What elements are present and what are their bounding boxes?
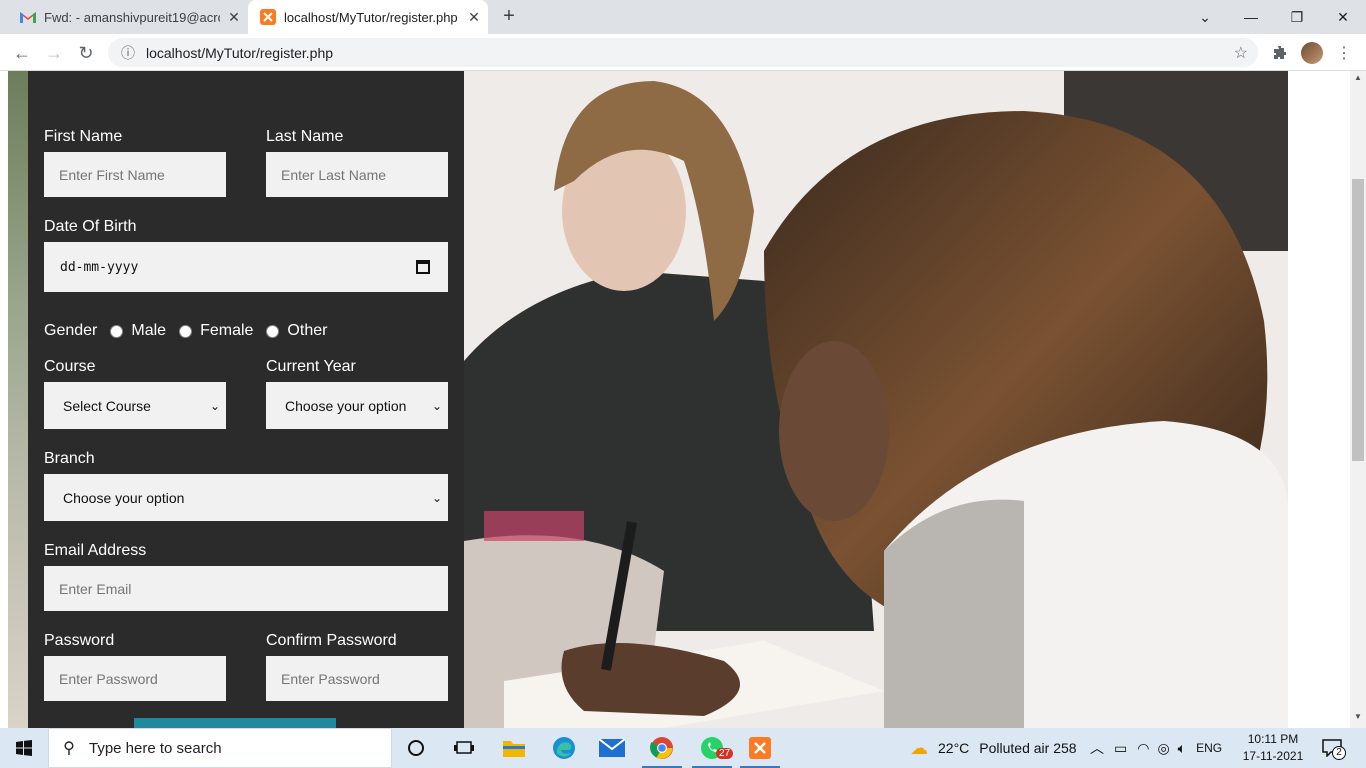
air-quality: Polluted air 258 bbox=[979, 740, 1077, 756]
volume-icon[interactable]: 🔈︎ bbox=[1178, 740, 1186, 757]
course-select[interactable]: Select Course ⌄ bbox=[44, 382, 226, 429]
weather-temperature: 22°C bbox=[938, 740, 970, 756]
new-tab-button[interactable]: + bbox=[498, 6, 520, 28]
browser-tab-bar: Fwd: - amanshivpureit19@acropo ✕ localho… bbox=[0, 0, 1366, 34]
gender-female-radio[interactable] bbox=[179, 324, 193, 338]
info-icon[interactable]: ⓘ bbox=[114, 43, 142, 63]
language-indicator[interactable]: ENG bbox=[1196, 741, 1222, 755]
show-hidden-icons[interactable]: ︿ bbox=[1090, 738, 1104, 758]
extensions-icon[interactable] bbox=[1266, 39, 1294, 67]
close-tab-icon[interactable]: ✕ bbox=[220, 9, 248, 26]
registration-form: First Name Last Name Enter First Name En… bbox=[28, 71, 464, 728]
page-viewport: First Name Last Name Enter First Name En… bbox=[0, 71, 1350, 728]
whatsapp-icon[interactable]: 27 bbox=[688, 728, 736, 768]
menu-dots-icon[interactable]: ⋮ bbox=[1330, 39, 1358, 67]
tab-gmail[interactable]: Fwd: - amanshivpureit19@acropo ✕ bbox=[8, 0, 248, 34]
reload-icon[interactable]: ↻ bbox=[72, 39, 100, 67]
dob-input[interactable]: dd-mm-yyyy bbox=[44, 242, 448, 292]
gender-male-label[interactable]: Male bbox=[131, 322, 166, 340]
gender-other-radio[interactable] bbox=[266, 324, 280, 338]
password-label: Password bbox=[44, 632, 115, 649]
branch-label: Branch bbox=[44, 450, 95, 467]
email-input[interactable]: Enter Email bbox=[44, 566, 448, 611]
system-clock[interactable]: 10:11 PM 17-11-2021 bbox=[1240, 731, 1306, 765]
wifi-icon[interactable]: ◠ bbox=[1137, 740, 1149, 757]
whatsapp-badge: 27 bbox=[716, 748, 734, 759]
chevron-down-icon: ⌄ bbox=[431, 398, 442, 413]
taskbar-search-placeholder: Type here to search bbox=[89, 739, 222, 757]
gender-label: Gender bbox=[44, 322, 98, 339]
close-window-icon[interactable]: ✕ bbox=[1320, 0, 1366, 34]
tab-title: localhost/MyTutor/register.php bbox=[284, 9, 458, 25]
calendar-icon[interactable] bbox=[416, 260, 430, 274]
cortana-icon[interactable] bbox=[392, 728, 440, 768]
background-image-strip bbox=[8, 71, 28, 728]
tab-search-icon[interactable]: ⌄ bbox=[1182, 0, 1228, 34]
page-scrollbar[interactable]: ▲ ▼ bbox=[1350, 71, 1366, 728]
first-name-input[interactable]: Enter First Name bbox=[44, 152, 226, 197]
xampp-icon bbox=[260, 9, 276, 25]
gender-other-label[interactable]: Other bbox=[287, 322, 327, 340]
edge-icon[interactable] bbox=[540, 728, 588, 768]
address-bar[interactable]: ⓘ localhost/MyTutor/register.php ☆ bbox=[108, 38, 1258, 67]
gmail-icon bbox=[20, 9, 36, 25]
close-tab-icon[interactable]: ✕ bbox=[460, 9, 488, 26]
scrollbar-thumb[interactable] bbox=[1352, 179, 1364, 461]
email-label: Email Address bbox=[44, 542, 147, 559]
clock-time: 10:11 PM bbox=[1247, 732, 1299, 746]
current-year-select[interactable]: Choose your option ⌄ bbox=[266, 382, 448, 429]
windows-start-icon[interactable] bbox=[0, 728, 48, 768]
mail-icon[interactable] bbox=[588, 728, 636, 768]
windows-taskbar: ⚲ Type here to search 27 ☁ 22°C Polluted… bbox=[0, 728, 1366, 768]
submit-button[interactable] bbox=[134, 718, 336, 728]
chevron-down-icon: ⌄ bbox=[431, 490, 442, 505]
address-text[interactable]: localhost/MyTutor/register.php bbox=[146, 45, 333, 61]
file-explorer-icon[interactable] bbox=[490, 728, 538, 768]
clock-date: 17-11-2021 bbox=[1242, 749, 1304, 763]
confirm-password-input[interactable]: Enter Password bbox=[266, 656, 448, 701]
bookmark-star-icon[interactable]: ☆ bbox=[1234, 43, 1248, 63]
branch-select-value: Choose your option bbox=[63, 489, 185, 506]
gender-male-radio[interactable] bbox=[110, 324, 124, 338]
current-year-select-value: Choose your option bbox=[285, 397, 407, 414]
profile-avatar[interactable] bbox=[1298, 39, 1326, 67]
scroll-down-icon[interactable]: ▼ bbox=[1350, 712, 1366, 726]
minimize-icon[interactable]: — bbox=[1228, 0, 1274, 34]
task-view-icon[interactable] bbox=[440, 728, 488, 768]
taskbar-search[interactable]: ⚲ Type here to search bbox=[48, 728, 392, 768]
search-icon: ⚲ bbox=[63, 740, 75, 757]
password-input[interactable]: Enter Password bbox=[44, 656, 226, 701]
restore-icon[interactable]: ❐ bbox=[1274, 0, 1320, 34]
first-name-label: First Name bbox=[44, 128, 123, 145]
browser-toolbar: ← → ↻ ⓘ localhost/MyTutor/register.php ☆… bbox=[0, 34, 1366, 71]
tray-icons: ︿ ▭ ◠ ◎ 🔈︎ ENG bbox=[1090, 728, 1222, 768]
notification-count: 2 bbox=[1332, 746, 1346, 760]
xampp-taskbar-icon[interactable] bbox=[736, 728, 784, 768]
dob-label: Date Of Birth bbox=[44, 218, 137, 235]
scroll-up-icon[interactable]: ▲ bbox=[1350, 73, 1366, 87]
hero-photo bbox=[464, 71, 1288, 728]
weather-widget[interactable]: ☁ 22°C Polluted air 258 bbox=[910, 728, 1077, 768]
course-select-value: Select Course bbox=[63, 397, 151, 414]
dob-placeholder: dd-mm-yyyy bbox=[60, 259, 139, 275]
gender-group: Gender Male Female Other bbox=[44, 322, 340, 340]
tab-register[interactable]: localhost/MyTutor/register.php ✕ bbox=[248, 0, 488, 34]
branch-select[interactable]: Choose your option ⌄ bbox=[44, 474, 448, 521]
gender-female-label[interactable]: Female bbox=[200, 322, 253, 340]
tab-title: Fwd: - amanshivpureit19@acropo bbox=[44, 9, 220, 25]
back-icon[interactable]: ← bbox=[8, 39, 36, 67]
last-name-label: Last Name bbox=[266, 128, 344, 145]
weather-icon: ☁ bbox=[910, 737, 928, 758]
last-name-input[interactable]: Enter Last Name bbox=[266, 152, 448, 197]
notification-center-icon[interactable]: 2 bbox=[1322, 728, 1346, 768]
battery-icon[interactable]: ▭ bbox=[1114, 740, 1127, 757]
course-label: Course bbox=[44, 358, 96, 375]
meet-now-icon[interactable]: ◎ bbox=[1157, 740, 1169, 757]
current-year-label: Current Year bbox=[266, 358, 356, 375]
chrome-icon[interactable] bbox=[638, 728, 686, 768]
confirm-password-label: Confirm Password bbox=[266, 632, 397, 649]
chevron-down-icon: ⌄ bbox=[209, 398, 220, 413]
forward-icon[interactable]: → bbox=[40, 39, 68, 67]
